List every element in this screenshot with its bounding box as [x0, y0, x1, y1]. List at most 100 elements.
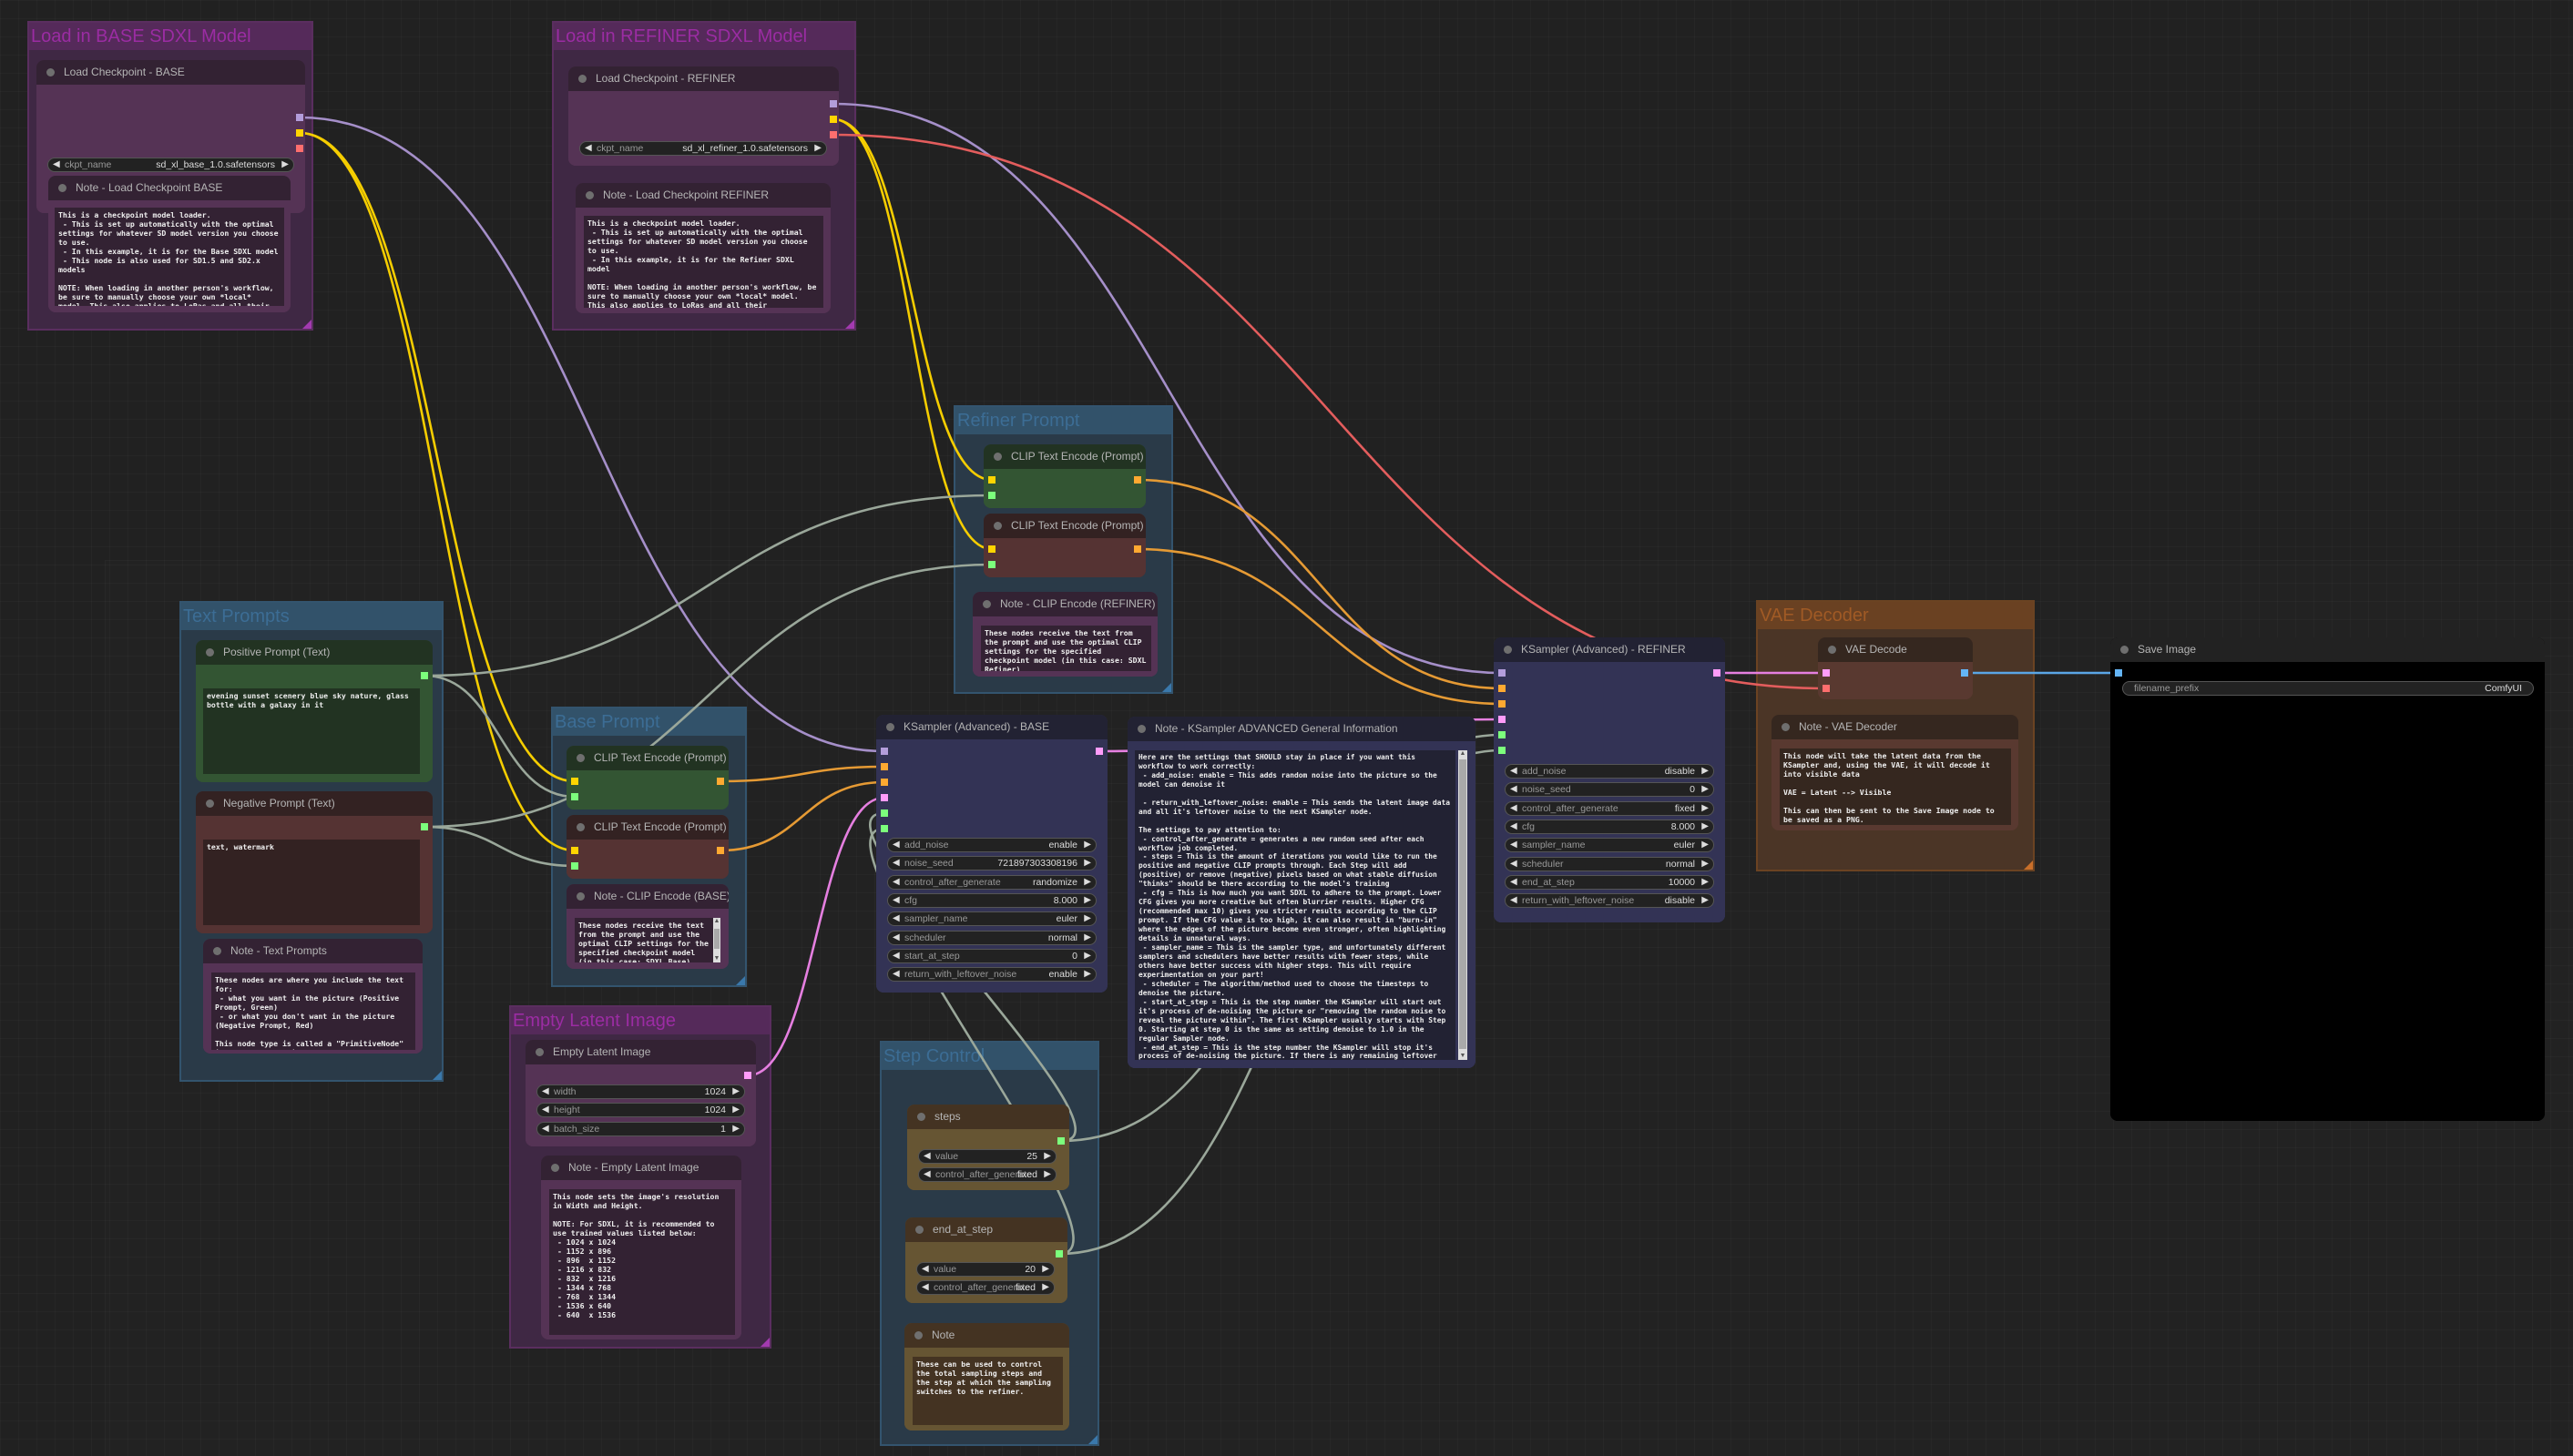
increment-arrow-icon[interactable]: ▶ — [1044, 1168, 1051, 1181]
node-title[interactable]: Note - Load Checkpoint REFINER — [576, 183, 831, 208]
group-resize-handle[interactable] — [302, 320, 311, 329]
group-title[interactable]: Load in BASE SDXL Model — [29, 23, 311, 50]
group-title[interactable]: Refiner Prompt — [955, 407, 1171, 434]
node-title[interactable]: KSampler (Advanced) - BASE — [876, 715, 1108, 739]
collapse-dot-icon[interactable] — [983, 600, 991, 608]
widget-ckpt-name[interactable]: ◀ ckpt_name sd_xl_base_1.0.safetensors ▶ — [47, 158, 294, 172]
scroll-down-icon[interactable]: ▼ — [713, 955, 720, 962]
widget-value[interactable]: 0 — [1072, 950, 1077, 962]
collapse-dot-icon[interactable] — [994, 453, 1002, 461]
input-slot-start-at-step[interactable] — [1498, 747, 1506, 754]
widget-value[interactable]: sd_xl_base_1.0.safetensors — [156, 158, 275, 171]
negative-prompt-textarea[interactable]: text, watermark — [203, 840, 420, 925]
widget-add-noise[interactable]: ◀ add_noise disable ▶ — [1505, 764, 1714, 779]
node-clip-text-encode-base-negative[interactable]: CLIP Text Encode (Prompt) — [567, 815, 729, 879]
node-clip-text-encode-base-positive[interactable]: CLIP Text Encode (Prompt) — [567, 746, 729, 809]
widget-value[interactable]: 721897303308196 — [997, 857, 1077, 870]
widget-noise-seed[interactable]: ◀ noise_seed 721897303308196 ▶ — [887, 856, 1097, 871]
widget-return-with-leftover-noise[interactable]: ◀ return_with_leftover_noise enable ▶ — [887, 967, 1097, 983]
decrement-arrow-icon[interactable]: ◀ — [1510, 876, 1517, 889]
increment-arrow-icon[interactable]: ▶ — [1701, 894, 1709, 907]
input-slot-vae[interactable] — [1823, 685, 1830, 692]
node-title[interactable]: Save Image — [2110, 637, 2545, 662]
decrement-arrow-icon[interactable]: ◀ — [893, 839, 900, 851]
output-slot-latent[interactable] — [744, 1072, 751, 1079]
note-textarea[interactable]: These nodes receive the text from the pr… — [575, 918, 713, 962]
increment-arrow-icon[interactable]: ▶ — [1084, 932, 1091, 944]
decrement-arrow-icon[interactable]: ◀ — [585, 142, 592, 155]
collapse-dot-icon[interactable] — [206, 648, 214, 657]
node-note-step-control[interactable]: Note These can be used to control the to… — [904, 1323, 1069, 1431]
input-slot-clip[interactable] — [988, 545, 996, 553]
decrement-arrow-icon[interactable]: ◀ — [893, 932, 900, 944]
input-slot-steps[interactable] — [881, 809, 888, 817]
input-slot-text[interactable] — [988, 492, 996, 499]
output-slot-clip[interactable] — [296, 129, 303, 137]
widget-value[interactable]: euler — [1057, 912, 1077, 925]
widget-width[interactable]: ◀ width 1024 ▶ — [536, 1084, 745, 1099]
node-note-clip-encode-base[interactable]: Note - CLIP Encode (BASE) These nodes re… — [567, 884, 729, 969]
note-textarea[interactable]: These nodes receive the text from the pr… — [981, 626, 1151, 671]
input-slot-negative[interactable] — [1498, 700, 1506, 708]
widget-value[interactable]: ComfyUI — [2485, 682, 2522, 695]
widget-value[interactable]: 1024 — [705, 1104, 726, 1116]
widget-batch-size[interactable]: ◀ batch_size 1 ▶ — [536, 1122, 745, 1136]
input-slot-images[interactable] — [2115, 669, 2122, 677]
increment-arrow-icon[interactable]: ▶ — [1044, 1150, 1051, 1163]
widget-value[interactable]: randomize — [1033, 876, 1077, 889]
collapse-dot-icon[interactable] — [886, 723, 894, 731]
increment-arrow-icon[interactable]: ▶ — [732, 1123, 740, 1135]
widget-return-with-leftover-noise[interactable]: ◀ return_with_leftover_noise disable ▶ — [1505, 893, 1714, 909]
increment-arrow-icon[interactable]: ▶ — [1084, 968, 1091, 981]
node-title[interactable]: CLIP Text Encode (Prompt) — [984, 444, 1146, 469]
input-slot-clip[interactable] — [571, 778, 578, 785]
group-resize-handle[interactable] — [1162, 683, 1171, 692]
decrement-arrow-icon[interactable]: ◀ — [1510, 858, 1517, 871]
input-slot-clip[interactable] — [988, 476, 996, 484]
node-title[interactable]: Note - CLIP Encode (REFINER) — [973, 592, 1158, 616]
collapse-dot-icon[interactable] — [2120, 646, 2129, 654]
input-slot-negative[interactable] — [881, 779, 888, 786]
input-slot-end-at-step[interactable] — [881, 825, 888, 832]
collapse-dot-icon[interactable] — [1504, 646, 1512, 654]
node-title[interactable]: Note - Load Checkpoint BASE — [48, 176, 291, 200]
group-resize-handle[interactable] — [736, 976, 745, 985]
widget-scheduler[interactable]: ◀ scheduler normal ▶ — [1505, 856, 1714, 871]
widget-value[interactable]: ◀ value 20 ▶ — [916, 1262, 1055, 1277]
widget-value-text[interactable]: 20 — [1025, 1263, 1036, 1276]
widget-control-after-generate[interactable]: ◀ control_after_generate randomize ▶ — [887, 874, 1097, 890]
group-title[interactable]: Step Control — [882, 1043, 1098, 1070]
input-slot-text[interactable] — [571, 793, 578, 800]
node-note-checkpoint-refiner[interactable]: Note - Load Checkpoint REFINER This is a… — [576, 183, 831, 313]
node-title[interactable]: Note - Text Prompts — [203, 939, 423, 963]
widget-value[interactable]: ◀ value 25 ▶ — [918, 1149, 1057, 1164]
widget-value[interactable]: enable — [1048, 968, 1077, 981]
collapse-dot-icon[interactable] — [213, 947, 221, 955]
input-slot-latent-image[interactable] — [1498, 716, 1506, 723]
node-save-image[interactable]: Save Image filename_prefix ComfyUI — [2110, 637, 2545, 1121]
collapse-dot-icon[interactable] — [577, 892, 585, 901]
input-slot-latent-image[interactable] — [881, 794, 888, 801]
input-slot-text[interactable] — [988, 561, 996, 568]
node-note-ksampler-general-info[interactable]: Note - KSampler ADVANCED General Informa… — [1128, 717, 1475, 1068]
node-negative-prompt[interactable]: Negative Prompt (Text) text, watermark — [196, 791, 433, 933]
widget-control-after-generate[interactable]: ◀ control_after_generate fixed ▶ — [918, 1167, 1057, 1182]
node-note-vae-decoder[interactable]: Note - VAE Decoder This node will take t… — [1771, 715, 2018, 830]
increment-arrow-icon[interactable]: ▶ — [814, 142, 822, 155]
widget-value[interactable]: 8.000 — [1054, 894, 1077, 907]
increment-arrow-icon[interactable]: ▶ — [1084, 894, 1091, 907]
decrement-arrow-icon[interactable]: ◀ — [924, 1150, 931, 1163]
widget-value-text[interactable]: fixed — [1016, 1281, 1036, 1294]
widget-value[interactable]: sd_xl_refiner_1.0.safetensors — [682, 142, 808, 155]
collapse-dot-icon[interactable] — [917, 1113, 925, 1121]
decrement-arrow-icon[interactable]: ◀ — [1510, 894, 1517, 907]
decrement-arrow-icon[interactable]: ◀ — [893, 912, 900, 925]
output-slot-conditioning[interactable] — [717, 778, 724, 785]
widget-filename-prefix[interactable]: filename_prefix ComfyUI — [2122, 681, 2534, 696]
note-textarea[interactable]: This is a checkpoint model loader. - Thi… — [584, 216, 823, 308]
decrement-arrow-icon[interactable]: ◀ — [893, 894, 900, 907]
node-empty-latent-image[interactable]: Empty Latent Image ◀ width 1024 ▶ ◀ heig… — [526, 1040, 756, 1146]
output-slot-conditioning[interactable] — [1134, 476, 1141, 484]
input-slot-positive[interactable] — [881, 763, 888, 770]
node-vae-decode[interactable]: VAE Decode — [1818, 637, 1973, 699]
